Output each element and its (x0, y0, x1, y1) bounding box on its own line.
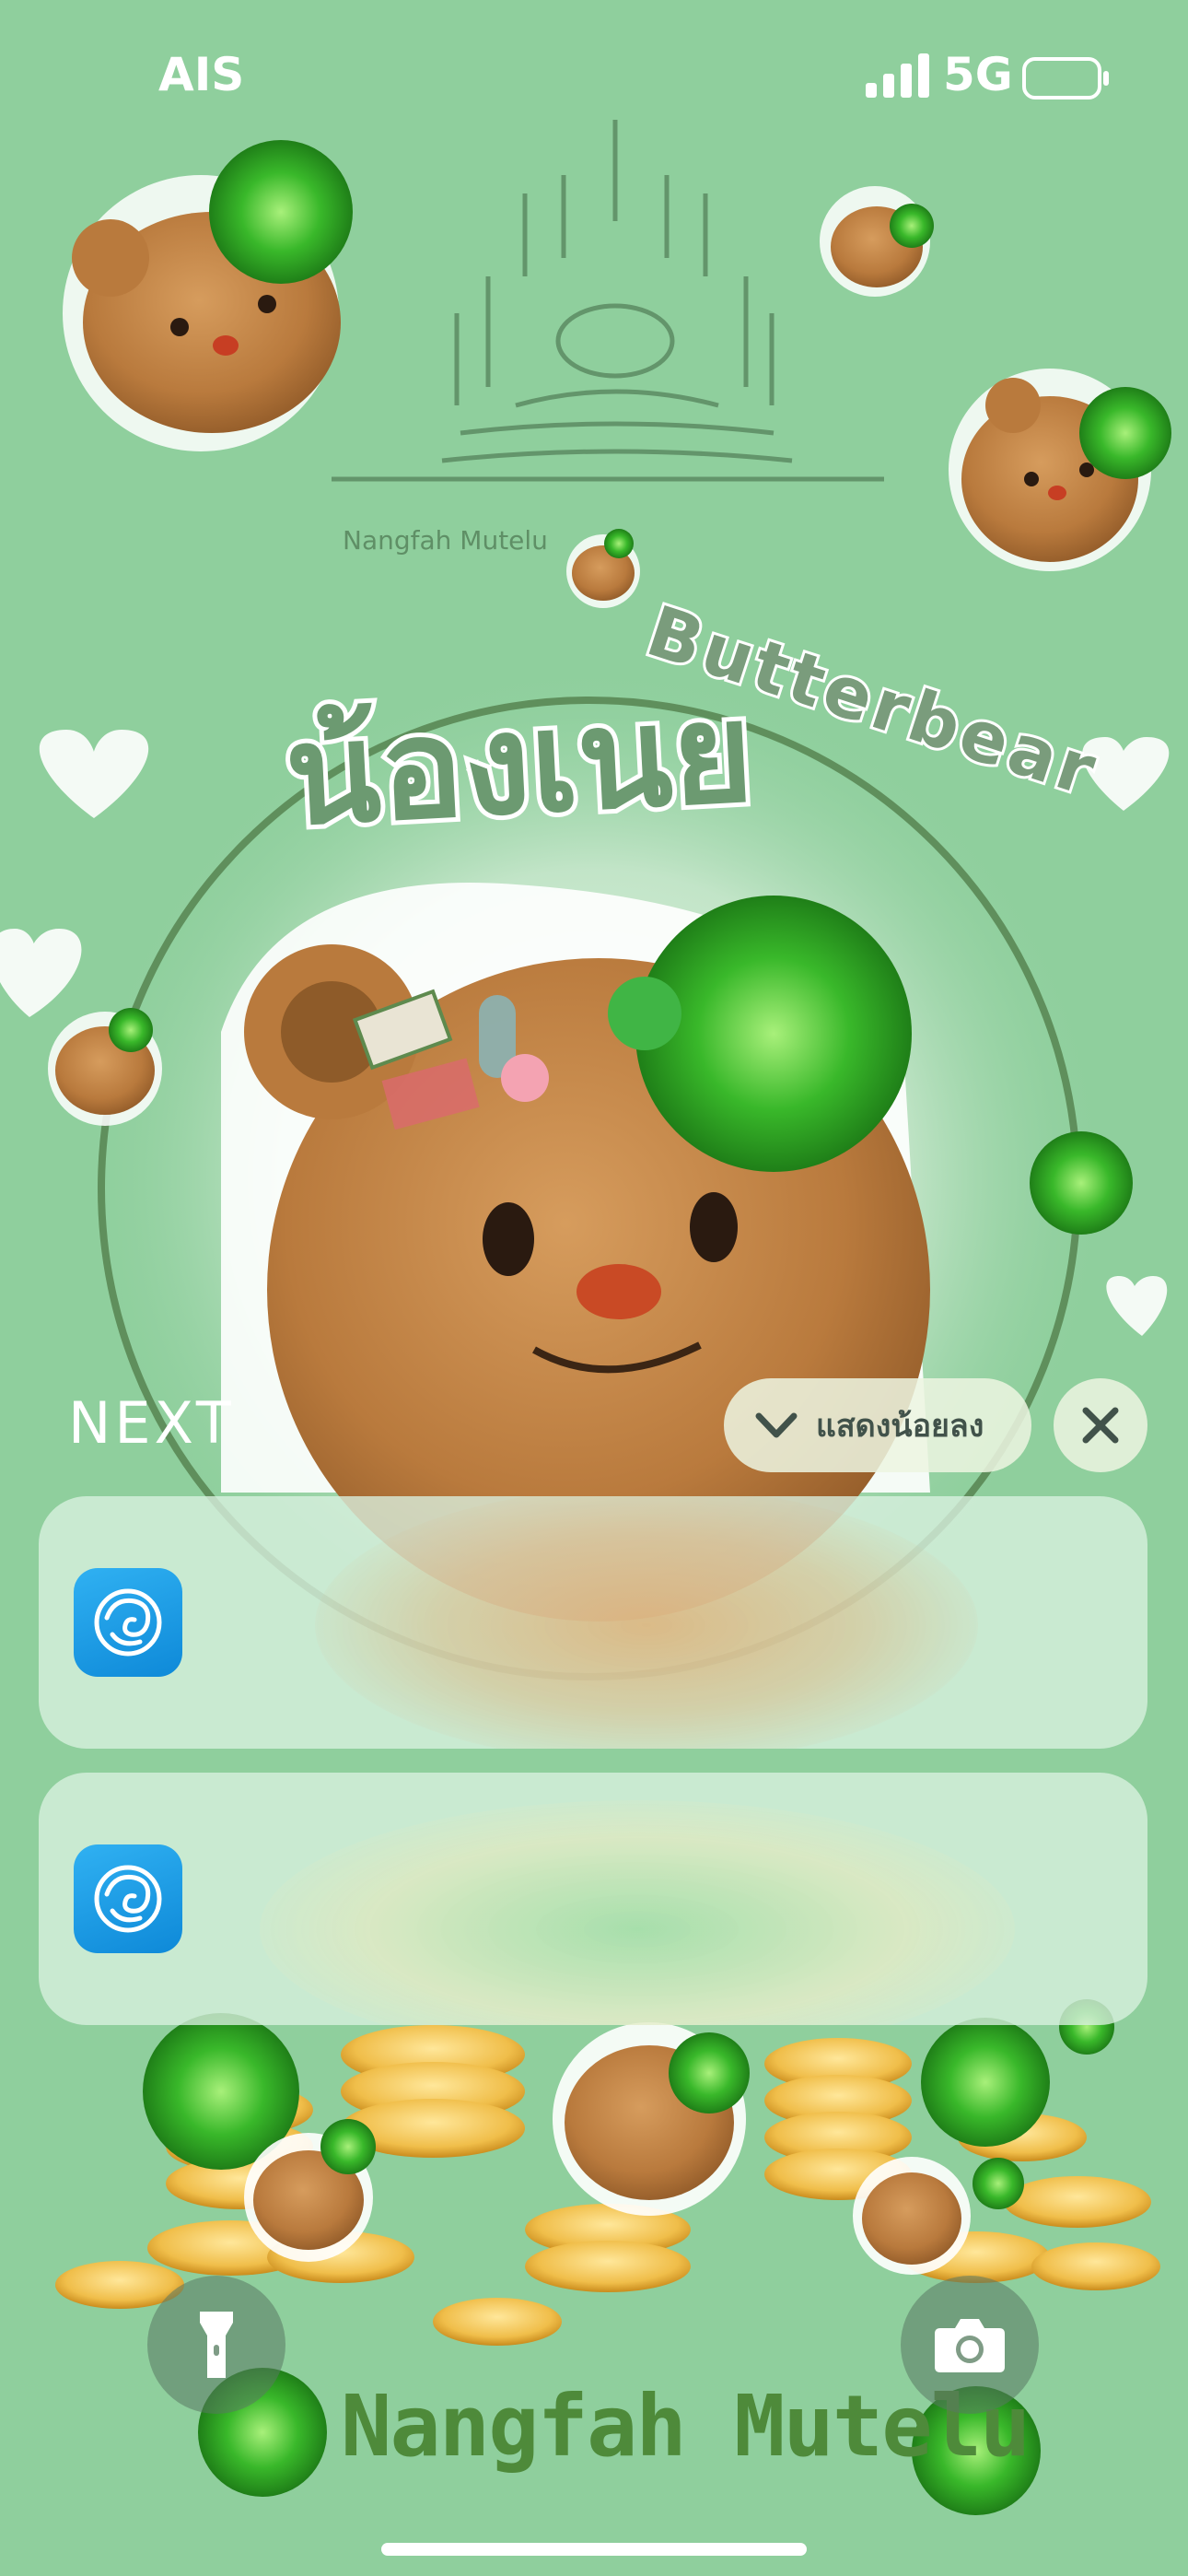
notification-card[interactable] (39, 1773, 1147, 2025)
wallpaper-image (0, 0, 1188, 2576)
redacted-content (315, 1496, 978, 1749)
clear-notifications-button[interactable] (1054, 1378, 1147, 1472)
flashlight-icon (200, 2312, 233, 2378)
krungthai-app-icon (74, 1844, 182, 1953)
notification-card[interactable] (39, 1496, 1147, 1749)
camera-icon (935, 2319, 1005, 2372)
bird-logo-icon (94, 1865, 162, 1933)
camera-button[interactable] (901, 2276, 1039, 2414)
status-bar: AIS 5G (0, 0, 1188, 157)
bird-logo-icon (94, 1588, 162, 1657)
wallpaper-caption: Nangfah Mutelu (343, 525, 548, 556)
show-less-label: แสดงน้อยลง (816, 1408, 984, 1445)
home-indicator[interactable] (381, 2543, 807, 2556)
carrier-label: AIS (158, 48, 245, 101)
chevron-down-icon (755, 1412, 798, 1438)
wallpaper-thai-title: น้องเนย (277, 668, 762, 861)
close-icon (1082, 1407, 1119, 1444)
krungthai-app-icon (74, 1568, 182, 1677)
battery-icon (1022, 57, 1109, 100)
network-type-label: 5G (943, 48, 1013, 101)
notification-section-label: NEXT (68, 1389, 235, 1457)
flashlight-button[interactable] (147, 2276, 285, 2414)
lock-screen: Nangfah Mutelu Butterbear น้องเนย Nangfa… (0, 0, 1188, 2576)
cellular-signal-icon (866, 53, 929, 98)
show-less-button[interactable]: แสดงน้อยลง (724, 1378, 1031, 1472)
redacted-content (260, 1800, 1015, 2025)
